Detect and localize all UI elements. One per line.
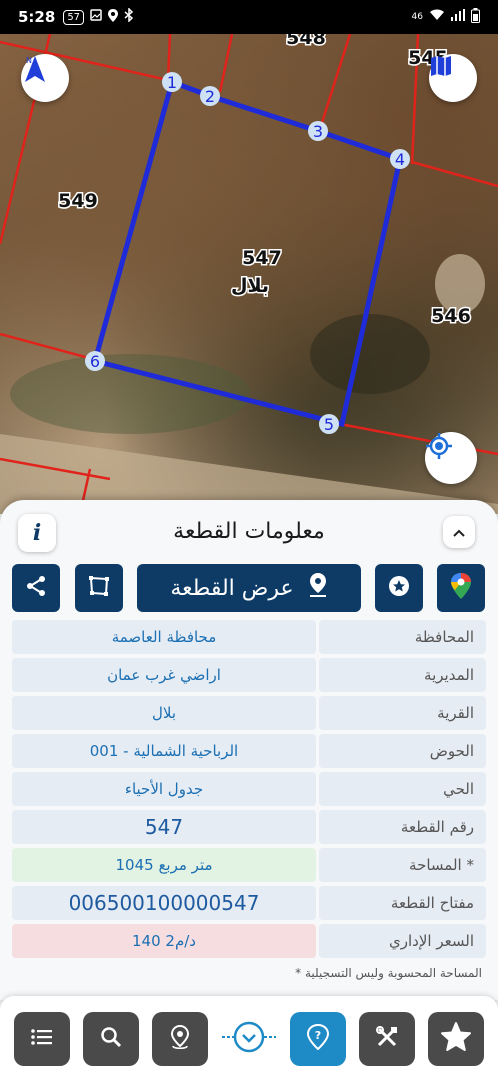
- status-right: 46: [411, 7, 480, 27]
- row-parcel-number: 547 رقم القطعة: [12, 810, 486, 844]
- chevron-down-icon: [220, 1017, 278, 1061]
- star-badge-icon: [387, 574, 411, 602]
- star-icon: [439, 1020, 473, 1058]
- governorate-value: محافظة العاصمة: [12, 620, 316, 654]
- district-label: الحي: [319, 772, 486, 806]
- row-area: 1045 متر مربع المساحة *: [12, 848, 486, 882]
- area-footnote: * المساحة المحسوبة وليس التسجيلية: [295, 966, 482, 980]
- search-icon: [99, 1025, 123, 1053]
- map-overlay: 1 2 3 4 5 6 549 548 545 546 547 بلال: [0, 34, 498, 514]
- svg-text:?: ?: [315, 1029, 321, 1042]
- vertex-1: 1: [167, 73, 177, 92]
- google-maps-button[interactable]: [437, 564, 485, 612]
- action-bar: عرض القطعة: [0, 564, 498, 612]
- signal-icon: [451, 9, 465, 25]
- location-icon: [108, 8, 119, 26]
- area-label: المساحة *: [319, 848, 486, 882]
- list-icon: [30, 1027, 54, 1051]
- nav-expand-button[interactable]: [221, 1012, 277, 1066]
- svg-text:N: N: [26, 56, 32, 65]
- parcel-number-label: رقم القطعة: [319, 810, 486, 844]
- admin-price-label: السعر الإداري: [319, 924, 486, 958]
- location-pin-icon: [169, 1024, 191, 1054]
- parcel-label-546: 546: [431, 305, 471, 327]
- parcel-map[interactable]: 1 2 3 4 5 6 549 548 545 546 547 بلال N: [0, 34, 498, 514]
- area-value: 1045 متر مربع: [12, 848, 316, 882]
- wifi-icon: [429, 9, 445, 25]
- basin-label: الحوض: [319, 734, 486, 768]
- collapse-button[interactable]: [443, 516, 475, 548]
- parcel-label-549: 549: [58, 190, 98, 212]
- basin-value: الرباحية الشمالية - 001: [12, 734, 316, 768]
- row-admin-price: 140 د/م2 السعر الإداري: [12, 924, 486, 958]
- vertex-5: 5: [324, 415, 334, 434]
- vertex-2: 2: [205, 87, 215, 106]
- location-pin-icon: [308, 572, 328, 604]
- share-button[interactable]: [12, 564, 60, 612]
- parcel-label-547: 547: [242, 247, 282, 269]
- nav-tools-button[interactable]: [359, 1012, 415, 1066]
- compass-button[interactable]: N: [21, 54, 69, 102]
- parcel-info-sheet: معلومات القطعة i عرض القطعة محافظة العاص…: [0, 500, 498, 1000]
- tools-icon: [375, 1025, 399, 1053]
- google-maps-icon: [450, 572, 472, 604]
- status-bar: 5:28 57 46: [0, 0, 498, 34]
- share-icon: [24, 574, 48, 602]
- nav-search-button[interactable]: [83, 1012, 139, 1066]
- row-village: بلال القرية: [12, 696, 486, 730]
- vertex-3: 3: [313, 122, 323, 141]
- parcel-number-value: 547: [12, 810, 316, 844]
- nav-favorites-button[interactable]: [428, 1012, 484, 1066]
- help-icon: ?: [306, 1023, 330, 1054]
- status-time: 5:28: [18, 8, 56, 26]
- bottom-nav: ?: [0, 996, 498, 1080]
- show-parcel-label: عرض القطعة: [170, 575, 294, 601]
- info-button[interactable]: i: [18, 514, 56, 552]
- bluetooth-icon: [124, 7, 134, 26]
- parcel-key-value: 006500100000547: [12, 886, 316, 920]
- directorate-label: المديرية: [319, 658, 486, 692]
- row-basin: الرباحية الشمالية - 001 الحوض: [12, 734, 486, 768]
- village-value: بلال: [12, 696, 316, 730]
- parcel-details-table: محافظة العاصمة المحافظة اراضي غرب عمان ا…: [12, 620, 486, 962]
- map-layers-button[interactable]: [429, 54, 477, 102]
- vertex-4: 4: [395, 150, 405, 169]
- polygon-icon: [87, 574, 111, 602]
- village-label: القرية: [319, 696, 486, 730]
- row-governorate: محافظة العاصمة المحافظة: [12, 620, 486, 654]
- network-type: 46: [411, 12, 423, 22]
- sheet-header: معلومات القطعة: [0, 510, 498, 552]
- governorate-label: المحافظة: [319, 620, 486, 654]
- my-location-button[interactable]: [425, 432, 477, 484]
- nav-list-button[interactable]: [14, 1012, 70, 1066]
- nav-location-button[interactable]: [152, 1012, 208, 1066]
- notification-badge: 57: [63, 9, 85, 25]
- battery-icon: [471, 7, 480, 27]
- row-district: جدول الأحياء الحي: [12, 772, 486, 806]
- district-value: جدول الأحياء: [12, 772, 316, 806]
- show-parcel-button[interactable]: عرض القطعة: [137, 564, 361, 612]
- image-icon: [90, 9, 102, 25]
- admin-price-value: 140 د/م2: [12, 924, 316, 958]
- row-directorate: اراضي غرب عمان المديرية: [12, 658, 486, 692]
- sheet-title: معلومات القطعة: [173, 518, 325, 544]
- parcel-shape-button[interactable]: [75, 564, 123, 612]
- chevron-up-icon: [452, 523, 466, 542]
- row-parcel-key: 006500100000547 مفتاح القطعة: [12, 886, 486, 920]
- parcel-label-548: 548: [286, 34, 326, 49]
- parcel-label-547-name: بلال: [231, 275, 269, 297]
- parcel-key-label: مفتاح القطعة: [319, 886, 486, 920]
- directorate-value: اراضي غرب عمان: [12, 658, 316, 692]
- favorite-button[interactable]: [375, 564, 423, 612]
- vertex-6: 6: [90, 352, 100, 371]
- nav-help-button[interactable]: ?: [290, 1012, 346, 1066]
